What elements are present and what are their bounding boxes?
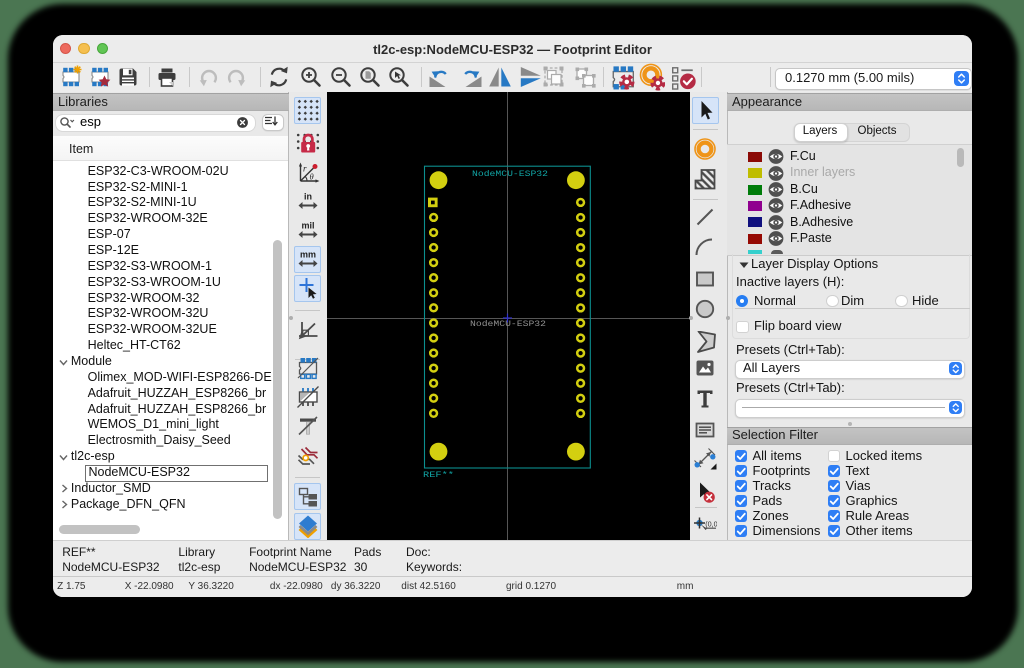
svg-text:mil: mil: [301, 221, 314, 231]
svg-text:NodeMCU-ESP32: NodeMCU-ESP32: [470, 320, 546, 329]
svg-text:in: in: [304, 192, 312, 202]
svg-text:(0,0): (0,0): [705, 520, 717, 529]
svg-text:REF**: REF**: [423, 471, 454, 480]
svg-text:NodeMCU-ESP32: NodeMCU-ESP32: [472, 170, 548, 179]
svg-text:θ: θ: [309, 172, 313, 182]
svg-text:r: r: [303, 164, 307, 174]
svg-text:mm: mm: [299, 250, 315, 260]
